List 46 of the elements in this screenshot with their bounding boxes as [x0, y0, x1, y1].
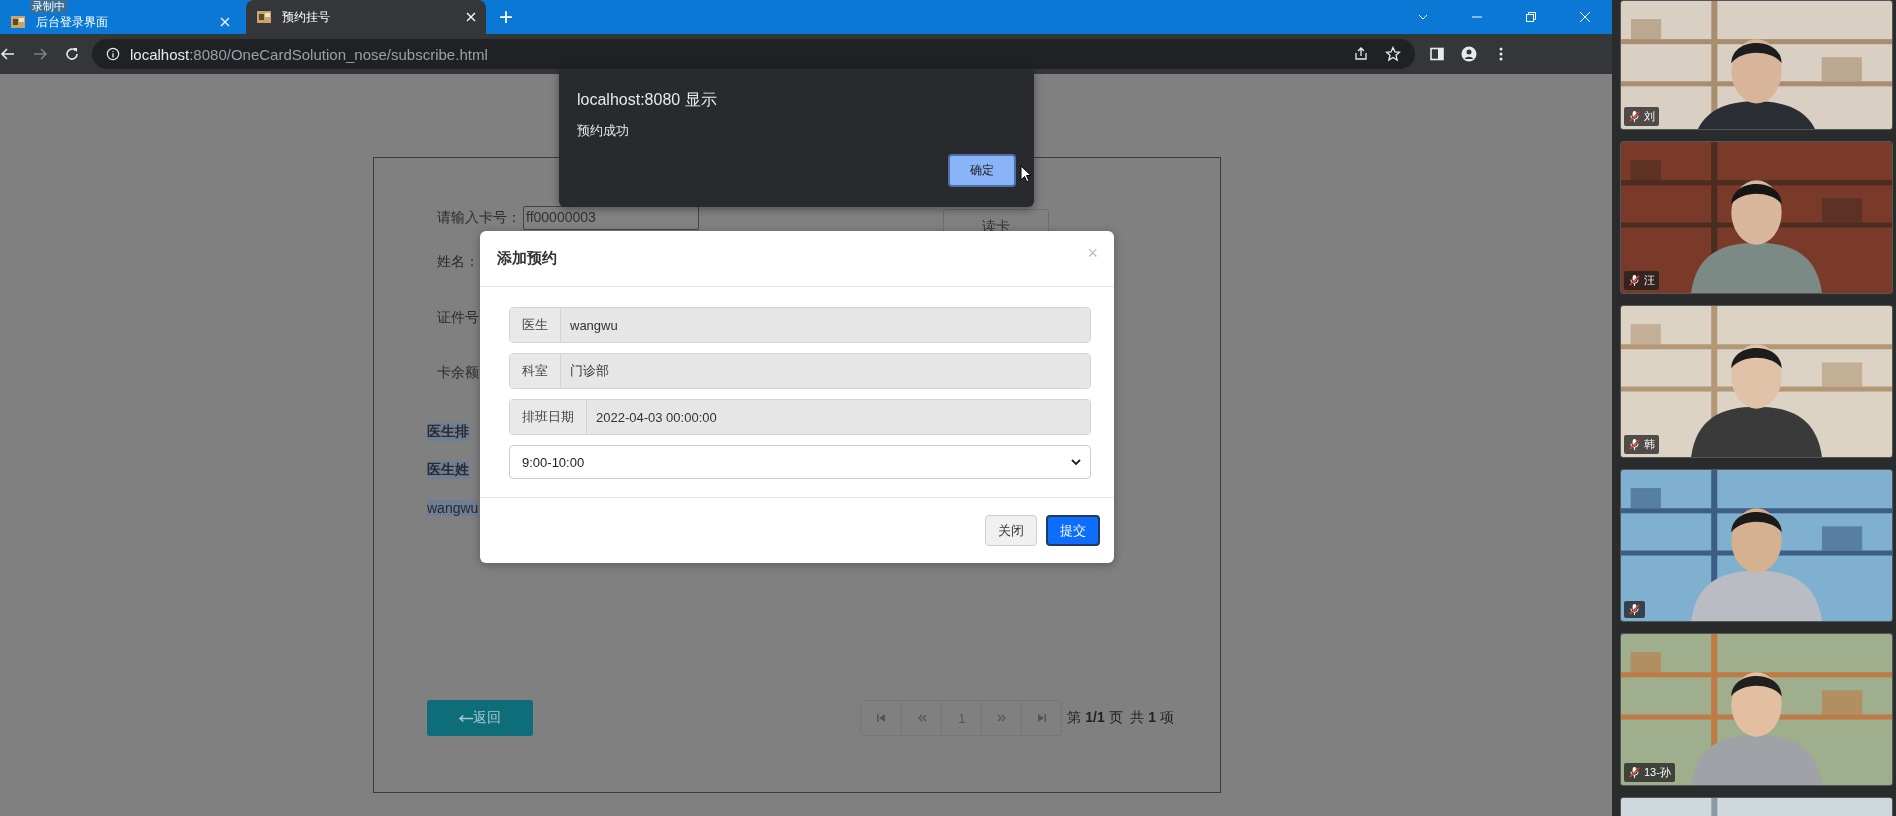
recording-label: 录制中	[30, 0, 67, 13]
ok-button[interactable]: 确定	[948, 154, 1016, 187]
info-icon	[106, 47, 120, 61]
selected-text: 医生排	[427, 423, 469, 441]
new-tab-button[interactable]: +	[486, 0, 526, 34]
profile-icon[interactable]	[1461, 46, 1477, 62]
double-chevron-right-icon	[996, 713, 1007, 723]
form-label: 卡余额	[437, 364, 479, 382]
alert-title: localhost:8080 显示	[577, 90, 718, 110]
first-page-icon	[876, 713, 887, 723]
back-button[interactable]: 返回	[427, 700, 533, 736]
time-select[interactable]: 9:00-10:00	[509, 445, 1091, 479]
back-icon[interactable]	[0, 46, 16, 62]
double-chevron-left-icon	[916, 713, 927, 723]
selected-text: 医生姓	[427, 461, 469, 479]
browser-tab[interactable]: 后台登录界面	[0, 12, 240, 32]
participant-name: 13-孙	[1644, 765, 1671, 780]
cursor-icon	[1020, 164, 1032, 183]
share-icon[interactable]	[1353, 46, 1369, 62]
side-panel-icon[interactable]	[1429, 46, 1445, 62]
participant-name: 汪	[1644, 273, 1655, 288]
participant-name: 韩	[1644, 437, 1655, 452]
address-field[interactable]: localhost:8080/OneCardSolution_nose/subscribe.html	[92, 39, 1415, 69]
last-page-icon	[1036, 713, 1047, 723]
arrow-left-icon	[459, 713, 473, 723]
forward-icon[interactable]	[32, 46, 48, 62]
chevron-down-icon	[1070, 456, 1082, 468]
page-icon	[256, 9, 272, 25]
page-summary: 第 1/1 页 共 1 项	[1067, 709, 1174, 727]
close-icon[interactable]	[466, 12, 476, 22]
form-label: 请输入卡号：	[437, 209, 521, 227]
dialog-title: 添加预约	[497, 249, 557, 268]
page-icon	[10, 14, 26, 30]
form-label: 姓名：	[437, 253, 479, 271]
close-button[interactable]: 关闭	[985, 515, 1037, 546]
participant-name: 刘	[1644, 109, 1655, 124]
restore-icon[interactable]	[1525, 11, 1537, 23]
reload-icon[interactable]	[64, 46, 80, 62]
url-text: localhost:8080/OneCardSolution_nose/subscribe.html	[130, 45, 488, 63]
browser-tab[interactable]: 预约挂号	[246, 0, 486, 34]
star-icon[interactable]	[1385, 46, 1401, 62]
selected-text: wangwu	[427, 500, 479, 516]
submit-button[interactable]: 提交	[1046, 515, 1100, 546]
card-input[interactable]: ff00000003	[523, 206, 699, 230]
alert-message: 预约成功	[577, 122, 630, 140]
form-label: 证件号	[437, 309, 479, 327]
